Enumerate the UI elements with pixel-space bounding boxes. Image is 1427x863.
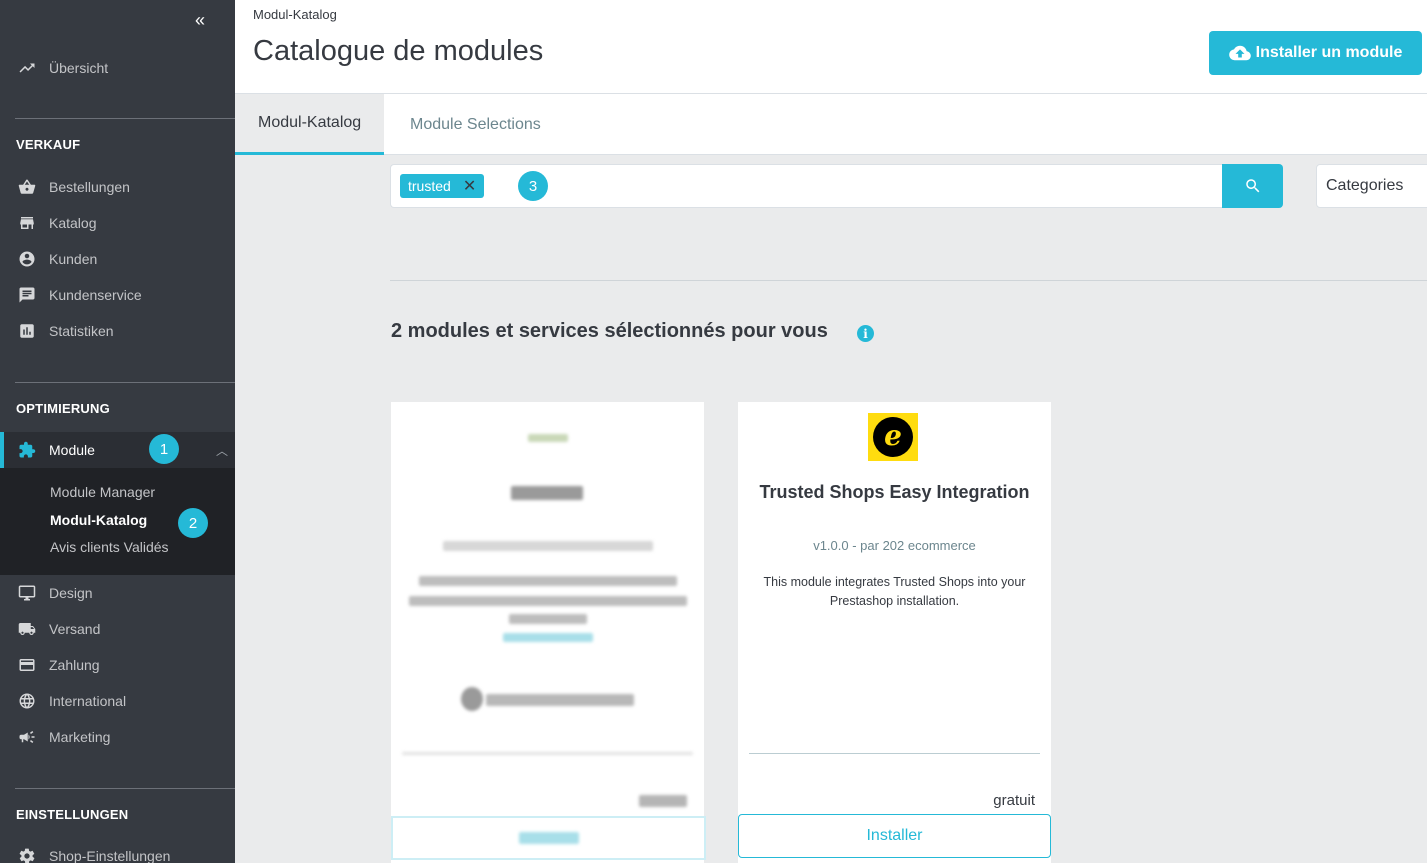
- sidebar-item-label: Shop-Einstellungen: [49, 848, 171, 863]
- module-description: This module integrates Trusted Shops int…: [763, 575, 1026, 608]
- card-divider: [749, 753, 1040, 754]
- blurred-desc: [419, 576, 677, 586]
- puzzle-icon: [17, 441, 37, 459]
- sidebar: « Übersicht VERKAUF Bestellungen Katalog…: [0, 0, 235, 863]
- blurred-link: [503, 633, 593, 642]
- sidebar-item-label: Zahlung: [49, 657, 100, 673]
- divider: [390, 280, 1427, 281]
- trending-up-icon: [17, 59, 37, 77]
- sidebar-item-modules[interactable]: Module ︿: [0, 432, 235, 468]
- truck-icon: [17, 620, 37, 638]
- install-module-label: Installer un module: [1255, 44, 1403, 61]
- sidebar-divider: [15, 788, 235, 789]
- sidebar-item-label: Module: [49, 442, 95, 458]
- sidebar-item-label: Marketing: [49, 729, 111, 745]
- sidebar-divider: [15, 118, 235, 119]
- categories-dropdown[interactable]: Categories: [1316, 164, 1427, 208]
- module-card-blurred[interactable]: [391, 402, 706, 863]
- blurred-partner-icon: [461, 687, 483, 711]
- search-tag-label: trusted: [408, 178, 451, 194]
- page-header: Modul-Katalog Catalogue de modules Insta…: [235, 0, 1427, 94]
- sidebar-item-shop-settings[interactable]: Shop-Einstellungen: [0, 841, 235, 863]
- step-badge-3: 3: [518, 171, 548, 201]
- blurred-title: [511, 486, 583, 500]
- submenu-module-catalog[interactable]: Modul-Katalog: [50, 512, 147, 528]
- install-module-button[interactable]: Installer un module: [1209, 31, 1422, 75]
- tab-module-catalog[interactable]: Modul-Katalog: [235, 94, 385, 155]
- search-input[interactable]: trusted ✕ 3: [390, 164, 1223, 208]
- sidebar-divider: [15, 382, 235, 383]
- step-badge-2: 2: [178, 508, 208, 538]
- remove-tag-icon[interactable]: ✕: [463, 176, 476, 196]
- module-name[interactable]: Trusted Shops Easy Integration: [738, 482, 1051, 503]
- submenu-module-manager[interactable]: Module Manager: [50, 484, 155, 500]
- sidebar-item-overview[interactable]: Übersicht: [0, 53, 235, 83]
- search-icon: [1245, 179, 1259, 193]
- search-button[interactable]: [1222, 164, 1283, 208]
- blurred-desc: [409, 596, 687, 606]
- sidebar-item-customers[interactable]: Kunden: [0, 244, 235, 274]
- sidebar-item-label: Kundenservice: [49, 287, 142, 303]
- section-title-settings: EINSTELLUNGEN: [16, 807, 129, 822]
- sidebar-item-statistics[interactable]: Statistiken: [0, 316, 235, 346]
- sidebar-item-international[interactable]: International: [0, 686, 235, 716]
- sidebar-item-catalog[interactable]: Katalog: [0, 208, 235, 238]
- sidebar-item-label: Übersicht: [49, 60, 109, 76]
- install-button[interactable]: Installer: [738, 814, 1051, 858]
- bar-chart-icon: [17, 322, 37, 340]
- store-icon: [17, 214, 37, 232]
- sidebar-item-label: Katalog: [49, 215, 97, 231]
- page-title: Catalogue de modules: [253, 35, 544, 67]
- breadcrumb[interactable]: Modul-Katalog: [253, 7, 337, 22]
- trusted-shops-logo: e: [868, 413, 918, 461]
- account-circle-icon: [17, 250, 37, 268]
- collapse-sidebar-icon[interactable]: «: [195, 10, 205, 31]
- blurred-install-button[interactable]: [391, 816, 706, 860]
- blurred-partner-label: [486, 694, 634, 706]
- gear-icon: [17, 847, 37, 863]
- sidebar-item-label: Statistiken: [49, 323, 114, 339]
- cloud-upload-icon: [1228, 45, 1251, 61]
- blurred-price: [639, 795, 687, 807]
- sidebar-item-label: Bestellungen: [49, 179, 130, 195]
- trusted-shops-e-icon: e: [873, 417, 913, 457]
- basket-icon: [17, 178, 37, 196]
- module-price: gratuit: [993, 792, 1035, 809]
- sidebar-item-marketing[interactable]: Marketing: [0, 722, 235, 752]
- sidebar-item-label: Versand: [49, 621, 101, 637]
- section-title-sales: VERKAUF: [16, 137, 81, 152]
- sidebar-item-label: Design: [49, 585, 93, 601]
- blurred-install-label: [519, 832, 579, 844]
- sidebar-item-payment[interactable]: Zahlung: [0, 650, 235, 680]
- module-version: v1.0.0 - par 202 ecommerce: [813, 538, 976, 553]
- sidebar-item-label: Kunden: [49, 251, 98, 267]
- monitor-icon: [17, 584, 37, 602]
- credit-card-icon: [17, 656, 37, 674]
- section-title-optimization: OPTIMIERUNG: [16, 401, 110, 416]
- sidebar-item-shipping[interactable]: Versand: [0, 614, 235, 644]
- tab-bar: Modul-Katalog Module Selections: [235, 94, 1427, 155]
- sidebar-item-label: International: [49, 693, 127, 709]
- chevron-up-icon[interactable]: ︿: [216, 442, 228, 459]
- blurred-version: [443, 541, 653, 551]
- sidebar-item-design[interactable]: Design: [0, 578, 235, 608]
- submenu-reviews[interactable]: Avis clients Validés: [50, 539, 169, 555]
- blurred-separator: [402, 752, 693, 755]
- chat-icon: [17, 286, 37, 304]
- step-badge-1: 1: [149, 434, 179, 464]
- module-card-trusted-shops[interactable]: e Trusted Shops Easy Integration v1.0.0 …: [738, 402, 1051, 863]
- tab-module-selections[interactable]: Module Selections: [387, 94, 564, 155]
- megaphone-icon: [17, 728, 37, 746]
- blurred-desc: [509, 614, 587, 624]
- sidebar-item-orders[interactable]: Bestellungen: [0, 172, 235, 202]
- info-icon[interactable]: i: [857, 325, 874, 342]
- globe-icon: [17, 692, 37, 710]
- sidebar-item-customer-service[interactable]: Kundenservice: [0, 280, 235, 310]
- results-title: 2 modules et services sélectionnés pour …: [391, 320, 828, 342]
- blurred-logo: [528, 434, 568, 442]
- search-tag: trusted ✕: [400, 174, 485, 198]
